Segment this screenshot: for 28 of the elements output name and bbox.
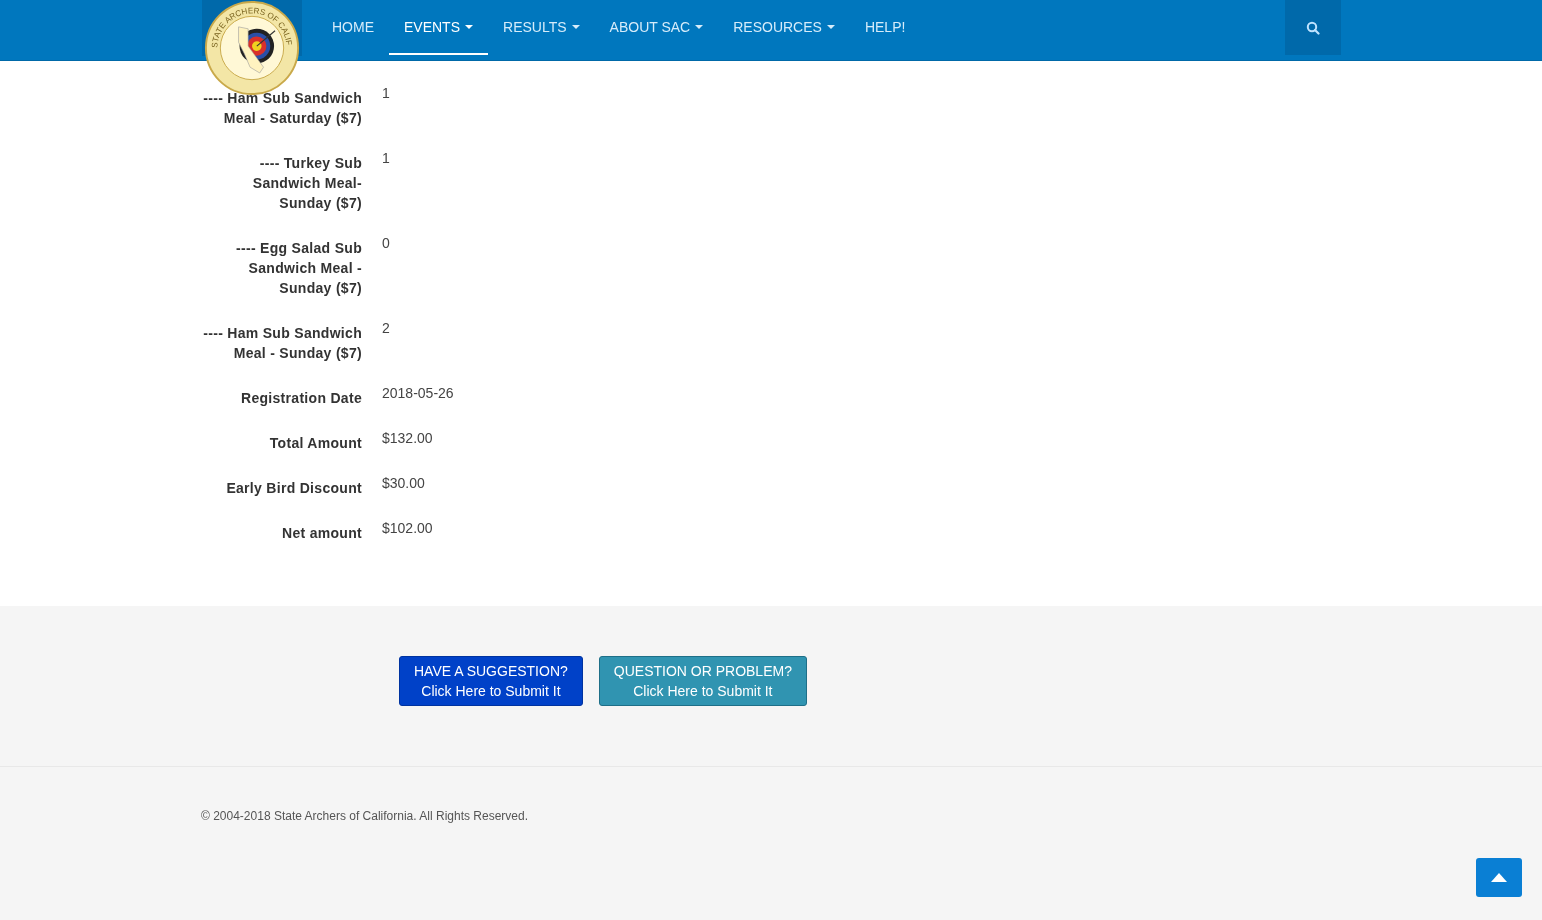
feedback-button[interactable]: HAVE A SUGGESTION? Click Here to Submit It xyxy=(399,656,583,706)
nav-link[interactable]: HELP! xyxy=(849,0,921,55)
field-value: 1 xyxy=(382,84,390,103)
field-value: $102.00 xyxy=(382,519,433,538)
field-value: 2 xyxy=(382,319,390,338)
copyright-text: © 2004-2018 State Archers of California. All Rights Reserved. xyxy=(201,808,529,823)
field-label: ---- Turkey Sub Sandwich Meal- Sunday ($7) xyxy=(251,154,362,213)
search-button[interactable] xyxy=(1285,0,1341,55)
nav-link[interactable]: RESOURCES xyxy=(718,0,850,55)
field-value: $30.00 xyxy=(382,474,425,493)
field-label: Registration Date xyxy=(240,389,362,408)
up-triangle-icon xyxy=(1491,873,1507,882)
nav-link[interactable]: HOME xyxy=(317,0,389,55)
field-label: ---- Egg Salad Sub Sandwich Meal - Sunday ($7) xyxy=(235,239,362,298)
field-value: $132.00 xyxy=(382,429,433,448)
search-icon xyxy=(1306,20,1320,35)
field-value: 0 xyxy=(382,234,390,253)
field-label: Net amount xyxy=(281,524,362,543)
field-value: 1 xyxy=(382,149,390,168)
field-label: Total Amount xyxy=(268,434,362,453)
field-label: ---- Ham Sub Sandwich Meal - Sunday ($7) xyxy=(202,324,362,363)
nav-link[interactable]: RESULTS xyxy=(488,0,595,55)
field-value: 2018-05-26 xyxy=(382,384,454,403)
back-to-top-button[interactable] xyxy=(1476,858,1522,897)
nav-link[interactable]: EVENTS xyxy=(389,0,488,55)
feedback-button[interactable]: QUESTION OR PROBLEM? Click Here to Submit It xyxy=(598,656,807,706)
nav-link[interactable]: ABOUT SAC xyxy=(594,0,719,55)
field-label: Early Bird Discount xyxy=(225,479,362,498)
